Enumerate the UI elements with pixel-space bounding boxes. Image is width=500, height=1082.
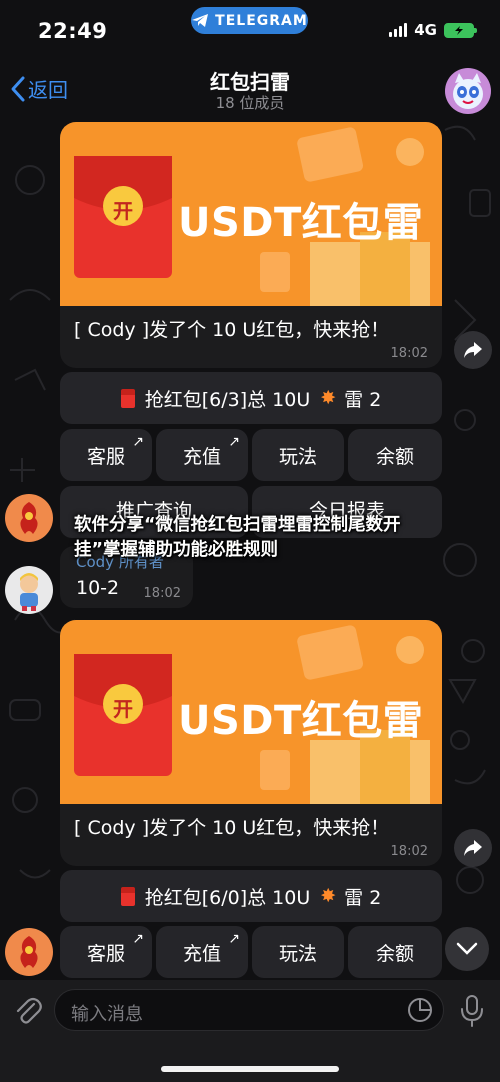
grab-button-label: 抢红包[6/3]总 10U	[144, 388, 311, 411]
recharge-label: 充值	[182, 445, 221, 468]
reply-time: 18:02	[143, 586, 181, 601]
signal-icon	[389, 23, 408, 37]
voice-button[interactable]	[458, 994, 486, 1032]
status-indicators: 4G	[389, 21, 477, 39]
red-envelope-icon	[120, 388, 135, 408]
recharge-button[interactable]: 充值 ↗	[156, 926, 248, 978]
customer-service-button[interactable]: 客服 ↗	[60, 429, 152, 481]
reply-text: 10-2	[76, 577, 120, 599]
status-bar: 22:49 TELEGRAM 4G	[0, 0, 500, 62]
share-arrow-icon	[464, 342, 482, 358]
sticker-button[interactable]	[407, 997, 433, 1027]
message-input-placeholder: 输入消息	[71, 1004, 143, 1025]
chevron-down-icon	[456, 942, 478, 955]
balance-label: 余额	[375, 942, 414, 965]
explosion-icon: ✸	[320, 387, 337, 409]
sticker-icon	[408, 998, 432, 1022]
bot-avatar[interactable]	[5, 928, 53, 976]
group-avatar[interactable]	[445, 68, 491, 114]
balance-button[interactable]: 余额	[348, 926, 442, 978]
customer-service-label: 客服	[86, 942, 125, 965]
red-packet-message: 开 USDT红包雷 [ Cody ]发了个 10 U红包，快来抢！ 18:02	[60, 620, 442, 866]
red-packet-banner: 开 USDT红包雷	[60, 122, 442, 306]
explosion-icon: ✸	[320, 885, 337, 907]
banner-title: USDT红包雷	[178, 698, 424, 744]
user-avatar[interactable]	[5, 566, 53, 614]
red-packet-open-glyph: 开	[113, 199, 133, 223]
balance-label: 余额	[375, 445, 414, 468]
rules-button[interactable]: 玩法	[252, 429, 344, 481]
red-envelope-icon	[120, 886, 135, 906]
red-packet-open-glyph: 开	[113, 697, 133, 721]
battery-icon	[444, 22, 477, 38]
message-time: 18:02	[390, 844, 428, 859]
telegram-return-pill[interactable]: TELEGRAM	[191, 7, 308, 34]
network-type: 4G	[414, 21, 437, 39]
external-link-icon: ↗	[228, 434, 240, 450]
message-input[interactable]: 输入消息	[54, 989, 444, 1031]
recharge-label: 充值	[182, 942, 221, 965]
grab-red-packet-button[interactable]: 抢红包[6/3]总 10U ✸ 雷 2	[60, 372, 442, 424]
balance-button[interactable]: 余额	[348, 429, 442, 481]
scroll-down-button[interactable]	[445, 927, 489, 971]
external-link-icon: ↗	[132, 434, 144, 450]
microphone-icon	[461, 995, 483, 1027]
message-composer: 输入消息	[0, 980, 500, 1082]
telegram-icon	[192, 14, 209, 27]
mine-label: 雷 2	[344, 388, 382, 411]
telegram-pill-label: TELEGRAM	[215, 12, 308, 29]
message-time: 18:02	[390, 346, 428, 361]
customer-service-button[interactable]: 客服 ↗	[60, 926, 152, 978]
share-button[interactable]	[454, 829, 492, 867]
mine-label: 雷 2	[344, 886, 382, 909]
share-button[interactable]	[454, 331, 492, 369]
external-link-icon: ↗	[228, 931, 240, 947]
grab-red-packet-button[interactable]: 抢红包[6/0]总 10U ✸ 雷 2	[60, 870, 442, 922]
external-link-icon: ↗	[132, 931, 144, 947]
share-arrow-icon	[464, 840, 482, 856]
grab-button-label: 抢红包[6/0]总 10U	[144, 886, 311, 909]
bot-avatar[interactable]	[5, 494, 53, 542]
attach-button[interactable]	[12, 995, 44, 1027]
chat-header: 返回 红包扫雷 18 位成员	[0, 62, 500, 118]
overlay-caption: 软件分享“微信抢红包扫雷埋雷控制尾数开挂”掌握辅助功能必胜规则	[74, 515, 401, 560]
home-indicator	[161, 1066, 339, 1072]
rules-label: 玩法	[278, 942, 317, 965]
chat-title[interactable]: 红包扫雷	[0, 66, 500, 95]
customer-service-label: 客服	[86, 445, 125, 468]
message-text: [ Cody ]发了个 10 U红包，快来抢！	[74, 817, 390, 839]
rules-button[interactable]: 玩法	[252, 926, 344, 978]
banner-title: USDT红包雷	[178, 200, 424, 246]
member-count: 18 位成员	[215, 94, 285, 112]
red-packet-banner: 开 USDT红包雷	[60, 620, 442, 804]
paperclip-icon	[16, 997, 42, 1024]
status-time: 22:49	[38, 19, 108, 43]
rules-label: 玩法	[278, 445, 317, 468]
recharge-button[interactable]: 充值 ↗	[156, 429, 248, 481]
red-packet-message: 开 USDT红包雷 [ Cody ]发了个 10 U红包，快来抢！ 18:02	[60, 122, 442, 368]
message-text: [ Cody ]发了个 10 U红包，快来抢！	[74, 319, 390, 341]
